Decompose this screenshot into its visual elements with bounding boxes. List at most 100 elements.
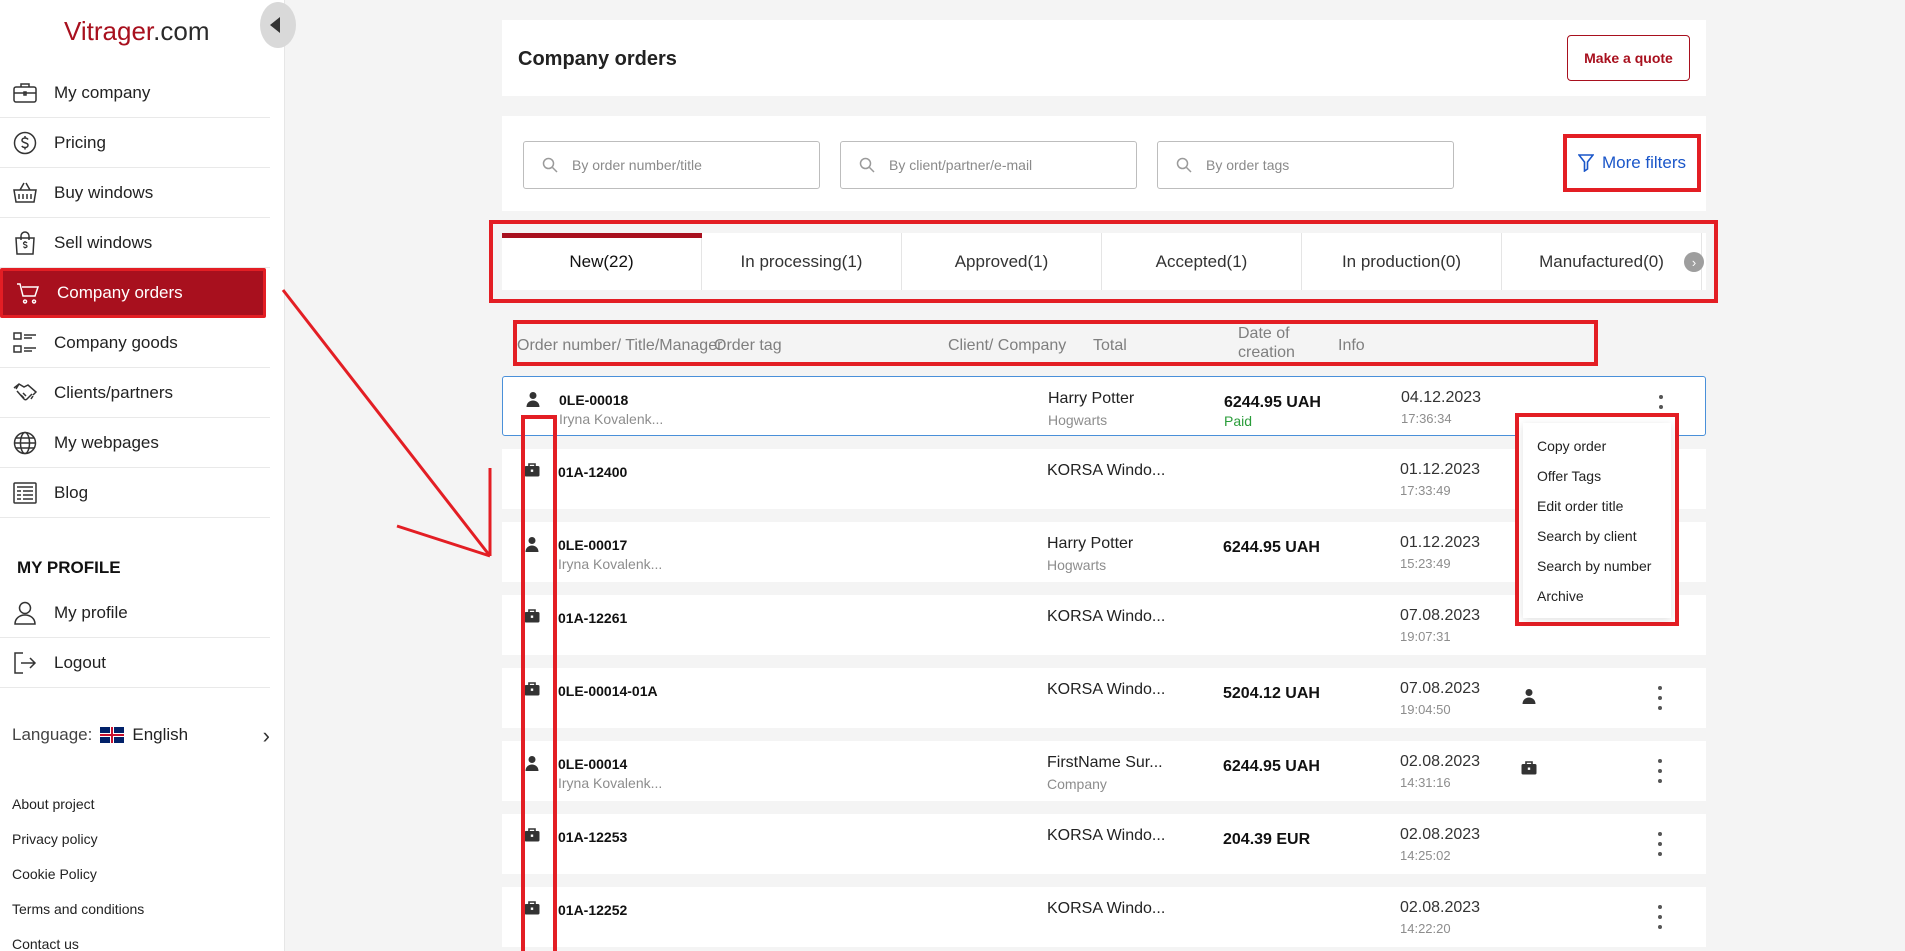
shopping-bag-icon — [12, 230, 38, 256]
order-manager: Iryna Kovalenk... — [558, 556, 663, 572]
order-client: KORSA Windo... — [1047, 462, 1166, 479]
order-date: 01.12.2023 — [1400, 461, 1481, 478]
context-menu-item[interactable]: Copy order — [1537, 437, 1671, 467]
search-icon — [542, 157, 558, 173]
newspaper-icon — [12, 480, 38, 506]
order-company: Hogwarts — [1047, 557, 1107, 573]
col-order: Order number/ Title/Manager — [517, 337, 723, 354]
table-row[interactable]: 0LE-00014-01A KORSA Windo... 5204.12 UAH 07… — [502, 668, 1706, 728]
order-number[interactable]: 01A-12400 — [558, 464, 627, 480]
payment-status: Paid — [1224, 413, 1253, 429]
search-placeholder: By order number/title — [572, 157, 702, 173]
context-menu-item[interactable]: Offer Tags — [1537, 467, 1671, 497]
footer-link-contact[interactable]: Contact us — [12, 935, 144, 951]
user-icon — [12, 600, 38, 626]
footer-link-about[interactable]: About project — [12, 795, 144, 830]
context-menu-item[interactable]: Edit order title — [1537, 497, 1671, 527]
order-time: 15:23:49 — [1400, 556, 1451, 571]
order-number[interactable]: 0LE-00017 — [558, 537, 627, 553]
filter-icon — [1577, 154, 1594, 172]
client-search-input[interactable]: By client/partner/e-mail — [840, 141, 1137, 189]
globe-icon — [12, 430, 38, 456]
order-number[interactable]: 01A-12252 — [558, 902, 627, 918]
sidebar-nav: My company Pricing Buy windows Sell wind… — [0, 68, 270, 518]
context-menu-item[interactable]: Archive — [1537, 587, 1671, 617]
column-headers: Order number/ Title/Manager Order tag Cl… — [513, 320, 1598, 366]
make-quote-button[interactable]: Make a quote — [1567, 35, 1690, 81]
sidebar-item-clients-partners[interactable]: Clients/partners — [0, 368, 270, 418]
tab-accepted[interactable]: Accepted (1) — [1102, 233, 1302, 290]
logout-icon — [12, 650, 38, 676]
sidebar-item-pricing[interactable]: Pricing — [0, 118, 270, 168]
more-filters-button[interactable]: More filters — [1563, 134, 1701, 192]
info-user-icon — [1521, 688, 1537, 704]
order-total: 6244.95 UAH — [1223, 758, 1320, 775]
order-total: 5204.12 UAH — [1223, 685, 1320, 702]
footer-link-cookie[interactable]: Cookie Policy — [12, 865, 144, 900]
tab-in-processing[interactable]: In processing (1) — [702, 233, 902, 290]
footer-link-terms[interactable]: Terms and conditions — [12, 900, 144, 935]
search-icon — [1176, 157, 1192, 173]
tab-approved[interactable]: Approved (1) — [902, 233, 1102, 290]
profile-section-title: MY PROFILE — [17, 558, 121, 577]
sidebar-item-buy-windows[interactable]: Buy windows — [0, 168, 270, 218]
sidebar-item-my-company[interactable]: My company — [0, 68, 270, 118]
order-company: Hogwarts — [1048, 412, 1108, 428]
order-number[interactable]: 01A-12253 — [558, 829, 627, 845]
order-client: Harry Potter — [1048, 390, 1135, 407]
sidebar-item-my-webpages[interactable]: My webpages — [0, 418, 270, 468]
table-row[interactable]: 01A-12253 KORSA Windo... 204.39 EUR 02.08.2… — [502, 814, 1706, 874]
order-client: KORSA Windo... — [1047, 681, 1166, 698]
order-client: Harry Potter — [1047, 535, 1134, 552]
tab-in-production[interactable]: In production (0) — [1302, 233, 1502, 290]
sidebar-collapse-button[interactable] — [260, 2, 296, 48]
order-manager: Iryna Kovalenk... — [558, 775, 663, 791]
table-row[interactable]: 0LE-00014 Iryna Kovalenk... FirstName Sur.… — [502, 741, 1706, 801]
row-menu-icon[interactable] — [1652, 832, 1668, 856]
sidebar-item-company-orders[interactable]: Company orders — [0, 268, 266, 318]
sidebar-item-label: Logout — [54, 652, 106, 672]
page-title: Company orders — [518, 48, 677, 70]
sidebar-item-logout[interactable]: Logout — [0, 638, 270, 688]
sidebar-item-company-goods[interactable]: Company goods — [0, 318, 270, 368]
sidebar-item-blog[interactable]: Blog — [0, 468, 270, 518]
basket-icon — [12, 180, 38, 206]
sidebar-item-label: My webpages — [54, 432, 159, 452]
logo[interactable]: Vitrager.com — [64, 16, 209, 47]
sidebar-item-label: Company goods — [54, 332, 178, 352]
row-menu-icon[interactable] — [1652, 905, 1668, 929]
order-time: 19:04:50 — [1400, 702, 1451, 717]
context-menu-item[interactable]: Search by number — [1537, 557, 1671, 587]
sidebar-item-label: My profile — [54, 602, 128, 622]
page-header: Company orders Make a quote — [502, 20, 1706, 96]
order-date: 07.08.2023 — [1400, 680, 1481, 697]
sidebar-item-my-profile[interactable]: My profile — [0, 588, 270, 638]
order-number[interactable]: 0LE-00014-01A — [558, 683, 658, 699]
info-briefcase-icon — [1521, 761, 1537, 777]
order-date: 02.08.2023 — [1400, 753, 1481, 770]
order-number[interactable]: 0LE-00014 — [558, 756, 627, 772]
filter-bar: By order number/title By client/partner/… — [502, 116, 1706, 211]
search-icon — [859, 157, 875, 173]
order-tags-search-input[interactable]: By order tags — [1157, 141, 1454, 189]
tab-new[interactable]: New (22) — [502, 233, 702, 290]
table-row[interactable]: 01A-12252 KORSA Windo... 02.08.2023 14:22:2… — [502, 887, 1706, 947]
language-selector[interactable]: Language: English › — [12, 723, 270, 748]
tabs-next-arrow-icon[interactable]: › — [1684, 252, 1704, 272]
row-menu-icon[interactable] — [1652, 759, 1668, 783]
order-time: 14:22:20 — [1400, 921, 1451, 936]
order-number[interactable]: 01A-12261 — [558, 610, 627, 626]
order-number-search-input[interactable]: By order number/title — [523, 141, 820, 189]
footer-link-privacy[interactable]: Privacy policy — [12, 830, 144, 865]
tab-manufactured[interactable]: Manufactured (0) — [1502, 233, 1702, 290]
col-order-tag: Order tag — [714, 337, 782, 354]
row-menu-icon[interactable] — [1652, 686, 1668, 710]
order-number[interactable]: 0LE-00018 — [559, 392, 628, 408]
search-placeholder: By client/partner/e-mail — [889, 157, 1033, 173]
order-time: 17:36:34 — [1401, 411, 1452, 426]
chevron-right-icon: › — [262, 723, 270, 748]
order-date: 02.08.2023 — [1400, 826, 1481, 843]
sidebar-item-sell-windows[interactable]: Sell windows — [0, 218, 270, 268]
context-menu-item[interactable]: Search by client — [1537, 527, 1671, 557]
briefcase-icon — [12, 80, 38, 106]
